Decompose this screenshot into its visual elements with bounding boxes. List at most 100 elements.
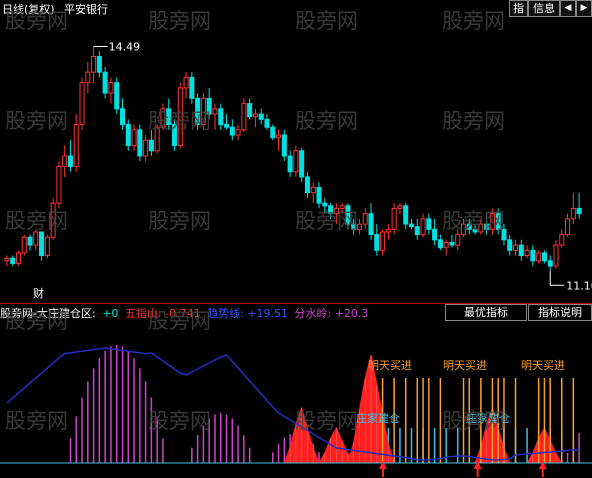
indicator-value-1: 五指山: -0.741 <box>124 307 201 320</box>
candle <box>102 66 108 99</box>
indicator-button[interactable]: 指 <box>509 0 528 17</box>
candle <box>79 77 85 130</box>
candle <box>235 124 241 141</box>
candle <box>287 150 293 177</box>
candle <box>85 61 91 94</box>
candle <box>345 203 351 230</box>
candle <box>264 114 270 130</box>
candle <box>449 234 455 248</box>
candle <box>229 119 235 141</box>
candle <box>177 82 183 149</box>
candle <box>380 229 386 256</box>
candle <box>484 213 490 235</box>
low-label: 11.10 <box>566 279 592 292</box>
indicator-header: 股旁网-大庄建仓区: +0 五指山: -0.741 趋势线: +19.51 分水… <box>0 305 371 320</box>
candle <box>333 203 339 225</box>
period-label[interactable]: 日线(复权) <box>2 1 55 17</box>
candle <box>351 218 357 235</box>
candle <box>513 239 519 256</box>
candle <box>397 203 403 214</box>
candle <box>472 224 478 235</box>
candle <box>362 208 368 230</box>
candle <box>460 218 467 238</box>
candle <box>322 197 328 214</box>
indicator-value-0: +0 <box>102 307 119 320</box>
buy-label-1: 明天买进 <box>368 359 412 372</box>
candle <box>443 239 449 256</box>
buy-label-3: 明天买进 <box>521 359 565 372</box>
candle <box>154 124 160 154</box>
candle <box>541 250 547 264</box>
candle <box>189 72 195 104</box>
candle <box>466 218 472 235</box>
candle <box>565 213 571 238</box>
candle <box>501 224 507 246</box>
stock-name: 平安银行 <box>64 3 108 16</box>
candle <box>252 108 258 128</box>
title-bar: 日线(复权) 平安银行 指 信息 ◀ ▶ <box>0 0 592 17</box>
candle <box>310 182 316 204</box>
candle <box>56 161 62 209</box>
candle <box>270 124 276 141</box>
indicator-chart[interactable] <box>0 320 592 478</box>
candle <box>524 245 530 259</box>
candle <box>44 234 50 259</box>
candle <box>200 93 206 130</box>
candle <box>166 98 172 130</box>
candle <box>570 192 576 225</box>
indicator-desc-button[interactable]: 指标说明 <box>528 304 592 321</box>
candle <box>39 231 45 261</box>
candle <box>218 103 224 130</box>
indicator-value-3: 分水岭: +20.3 <box>294 307 369 320</box>
high-label: 14.49 <box>109 40 141 53</box>
candle <box>114 77 120 115</box>
candle <box>62 145 68 177</box>
candle <box>224 114 230 130</box>
candle <box>559 229 565 248</box>
candle <box>27 234 33 251</box>
candle <box>148 129 154 156</box>
candle <box>339 203 345 214</box>
candle <box>183 72 189 99</box>
candle <box>437 234 443 251</box>
candle <box>455 229 461 251</box>
candle <box>73 114 79 172</box>
candle <box>171 119 178 151</box>
candle <box>478 218 484 235</box>
candle <box>391 203 397 235</box>
candle <box>131 124 137 151</box>
candle <box>143 135 149 162</box>
blue-label-2: 庄家建仓 <box>466 412 510 425</box>
candle <box>281 129 287 162</box>
best-indicator-button[interactable]: 最优指标 <box>445 304 527 321</box>
candle <box>247 98 253 120</box>
indicator-value-2: 趋势线: +19.51 <box>207 307 288 320</box>
candle <box>374 224 380 256</box>
arrow-left-icon[interactable]: ◀ <box>560 0 576 17</box>
candle <box>91 46 97 83</box>
candle <box>15 250 21 267</box>
candle <box>426 213 432 235</box>
candle <box>258 108 264 125</box>
candle <box>206 87 212 120</box>
candle <box>67 140 73 172</box>
candle <box>4 255 10 267</box>
candle <box>328 203 334 219</box>
candle <box>403 203 409 230</box>
candle <box>21 234 27 256</box>
candle <box>385 224 391 240</box>
candle <box>530 245 536 267</box>
candle <box>108 77 114 104</box>
candle <box>368 203 374 240</box>
arrow-right-icon[interactable]: ▶ <box>576 0 592 17</box>
candlestick-chart[interactable]: 14.49 11.10 财 <box>0 17 592 303</box>
candle <box>276 129 282 151</box>
candle <box>489 208 495 235</box>
candle <box>518 239 524 261</box>
candle <box>356 218 362 235</box>
candle <box>304 171 310 198</box>
candle <box>241 98 247 133</box>
info-button[interactable]: 信息 <box>528 0 560 17</box>
finance-marker[interactable]: 财 <box>33 286 44 300</box>
candle <box>408 218 415 230</box>
